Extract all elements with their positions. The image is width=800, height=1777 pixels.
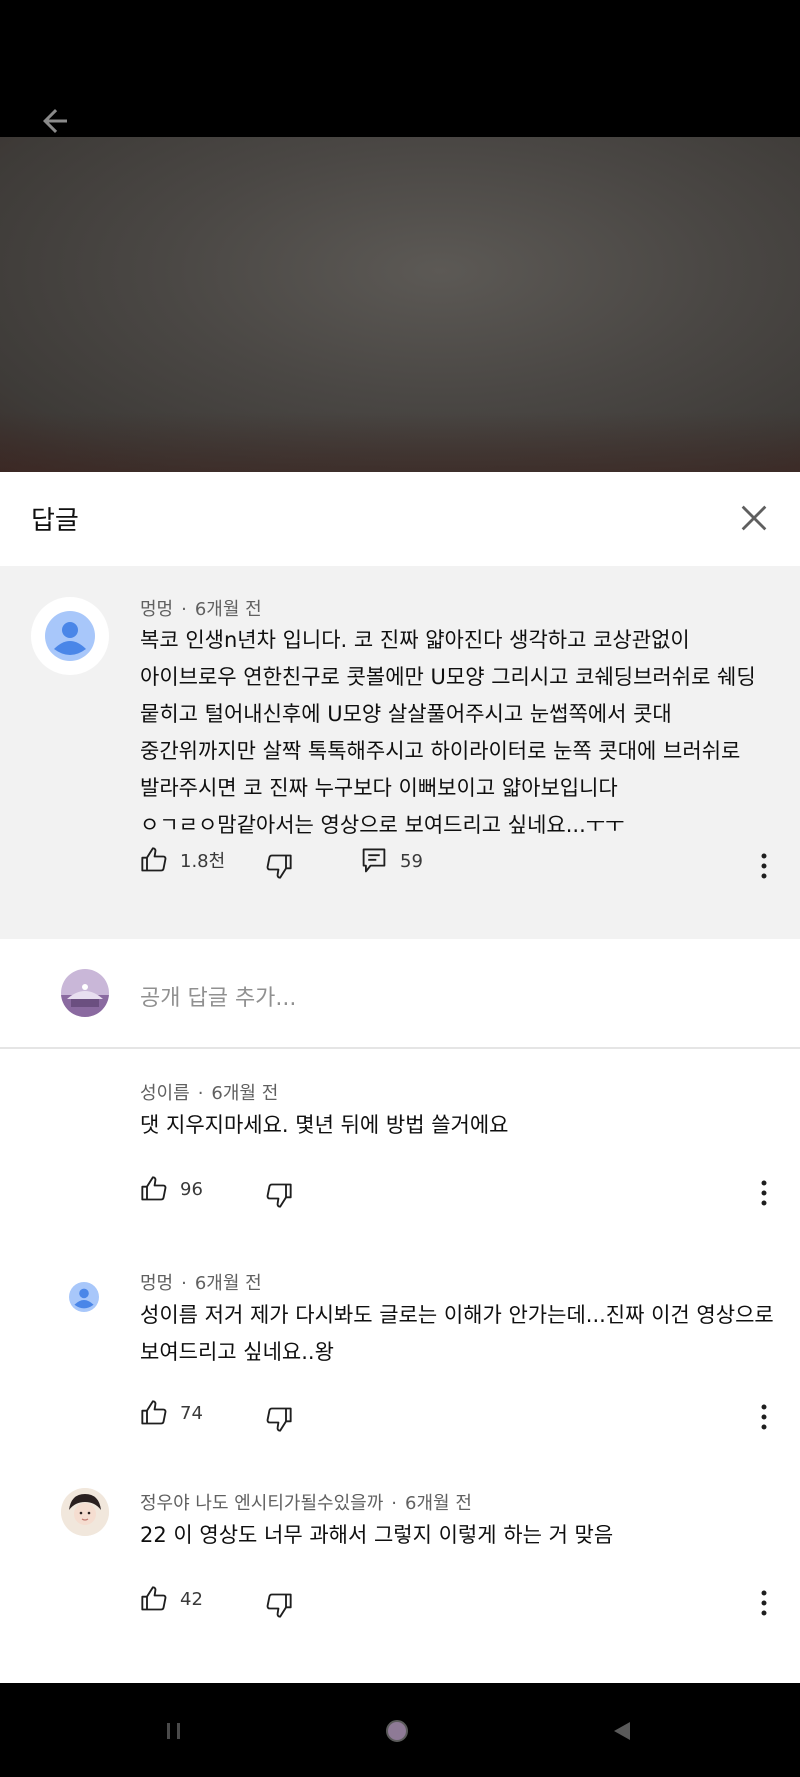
reply-count: 59 xyxy=(400,850,423,872)
more-options-button[interactable] xyxy=(752,846,776,886)
home-icon xyxy=(386,1720,408,1742)
more-options-button[interactable] xyxy=(752,1173,776,1213)
profile-photo xyxy=(61,969,109,1017)
parent-comment: 멍멍 · 6개월 전 복코 인생n년차 입니다. 코 진짜 얇아진다 생각하고 코상… xyxy=(0,566,800,939)
thumbs-up-icon xyxy=(141,1586,167,1611)
video-player[interactable] xyxy=(0,137,800,472)
reply-meta: 성이름 · 6개월 전 xyxy=(140,1083,279,1104)
thumbs-up-icon xyxy=(141,1176,167,1201)
more-vertical-icon xyxy=(761,1404,767,1430)
reply-meta: 멍멍 · 6개월 전 xyxy=(140,1273,262,1294)
like-count: 74 xyxy=(180,1402,203,1424)
dislike-button[interactable] xyxy=(265,852,293,880)
video-shade xyxy=(0,412,800,472)
recent-apps-icon xyxy=(167,1723,180,1739)
home-button[interactable] xyxy=(377,1711,417,1751)
like-count: 42 xyxy=(180,1588,203,1610)
close-button[interactable] xyxy=(730,494,778,542)
reply-item: 성이름 · 6개월 전 댓 지우지마세요. 몇년 뒤에 방법 쓸거에요 96 xyxy=(0,1049,800,1239)
like-button[interactable]: 42 xyxy=(140,1585,203,1613)
reply-meta: 정우야 나도 엔시티가될수있을까 · 6개월 전 xyxy=(140,1493,472,1514)
thumbs-up-icon xyxy=(141,847,167,872)
thumbs-down-icon xyxy=(266,854,292,879)
avatar[interactable] xyxy=(31,597,109,675)
comment-time: 6개월 전 xyxy=(194,599,262,620)
reply-text: 22 이 영상도 너무 과해서 그렇지 이렇게 하는 거 맞음 xyxy=(140,1523,614,1547)
dislike-button[interactable] xyxy=(265,1181,293,1209)
reply-text: 댓 지우지마세요. 몇년 뒤에 방법 쓸거에요 xyxy=(140,1113,509,1137)
status-bar xyxy=(0,0,800,137)
thumbs-down-icon xyxy=(266,1407,292,1432)
thumbs-down-icon xyxy=(266,1183,292,1208)
back-triangle-icon xyxy=(614,1722,630,1740)
reply-item: 정우야 나도 엔시티가될수있을까 · 6개월 전 22 이 영상도 너무 과해서 그… xyxy=(0,1459,800,1649)
thumbs-down-icon xyxy=(266,1593,292,1618)
replies-panel: 답글 멍멍 · 6개월 전 복코 인생n년차 입니다. 코 진짜 얇아진다 생각하고… xyxy=(0,472,800,1683)
back-nav-button[interactable] xyxy=(602,1711,642,1751)
comment-meta: 멍멍 · 6개월 전 xyxy=(140,599,262,620)
person-icon xyxy=(69,1282,99,1312)
reply-item: 멍멍 · 6개월 전 성이름 저거 제가 다시봐도 글로는 이해가 안가는데...진… xyxy=(0,1239,800,1459)
like-count: 96 xyxy=(180,1178,203,1200)
system-nav-bar xyxy=(0,1683,800,1777)
more-vertical-icon xyxy=(761,1180,767,1206)
more-vertical-icon xyxy=(761,1590,767,1616)
comment-text: 복코 인생n년차 입니다. 코 진짜 얇아진다 생각하고 코상관없이 아이브로우… xyxy=(140,628,756,837)
recent-apps-button[interactable] xyxy=(154,1711,194,1751)
dislike-button[interactable] xyxy=(265,1591,293,1619)
comment-icon xyxy=(362,848,386,873)
close-icon xyxy=(741,505,767,531)
dislike-button[interactable] xyxy=(265,1405,293,1433)
reply-author[interactable]: 성이름 xyxy=(140,1083,190,1104)
arrow-left-icon xyxy=(43,109,67,133)
like-button[interactable]: 96 xyxy=(140,1175,203,1203)
reply-count-button[interactable]: 59 xyxy=(360,846,423,876)
reply-author[interactable]: 정우야 나도 엔시티가될수있을까 xyxy=(140,1493,383,1514)
thumbs-up-icon xyxy=(141,1400,167,1425)
reply-text: 성이름 저거 제가 다시봐도 글로는 이해가 안가는데...진짜 이건 영상으로… xyxy=(140,1303,774,1364)
more-options-button[interactable] xyxy=(752,1583,776,1623)
more-options-button[interactable] xyxy=(752,1397,776,1437)
comment-author[interactable]: 멍멍 xyxy=(140,599,173,620)
reply-input[interactable]: 공개 답글 추가... xyxy=(140,980,296,1012)
avatar[interactable] xyxy=(69,1282,99,1312)
panel-title: 답글 xyxy=(31,506,79,536)
reply-author[interactable]: 멍멍 xyxy=(140,1273,173,1294)
profile-photo xyxy=(61,1488,109,1536)
reply-time: 6개월 전 xyxy=(211,1083,279,1104)
reply-time: 6개월 전 xyxy=(194,1273,262,1294)
like-count: 1.8천 xyxy=(180,851,226,872)
reply-input-row xyxy=(0,939,800,1049)
like-button[interactable]: 74 xyxy=(140,1399,203,1427)
user-avatar xyxy=(61,969,109,1017)
person-icon xyxy=(45,611,95,661)
avatar[interactable] xyxy=(61,1488,109,1536)
panel-header: 답글 xyxy=(0,472,800,566)
like-button[interactable]: 1.8천 xyxy=(140,846,225,874)
more-vertical-icon xyxy=(761,853,767,879)
reply-time: 6개월 전 xyxy=(405,1493,472,1514)
